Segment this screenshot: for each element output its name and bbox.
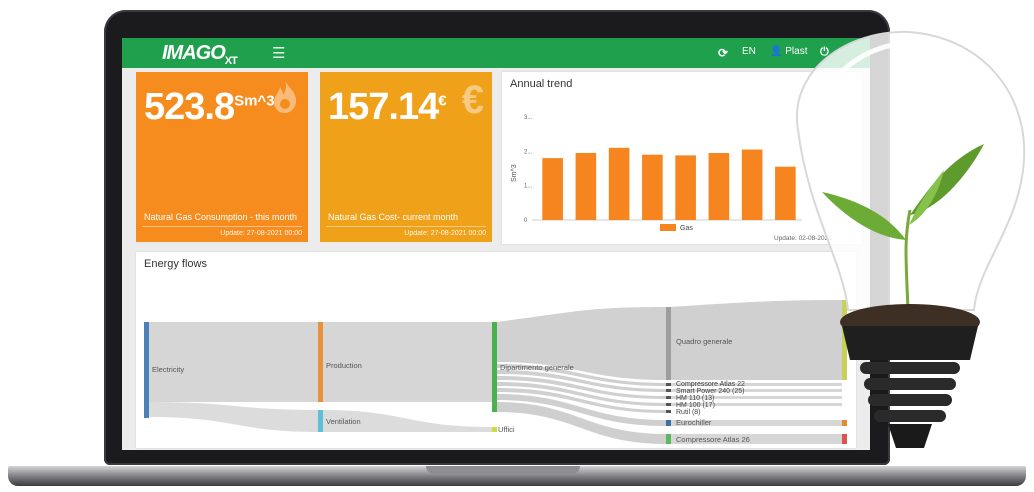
- gas-cost-update: Update: 27-08-2021 00:00: [404, 230, 486, 237]
- node-compressore26[interactable]: [666, 434, 671, 444]
- label-smartpower: Smart Power 240 (25): [676, 388, 744, 395]
- gas-cost-card: 157.14€ € Natural Gas Cost- current mont…: [320, 72, 492, 242]
- node-uffici[interactable]: [492, 427, 497, 432]
- node-hm110[interactable]: [666, 396, 671, 399]
- node-hm100[interactable]: [666, 403, 671, 406]
- label-uffici: Uffici: [498, 425, 515, 434]
- bulb-base-top: [842, 326, 978, 360]
- label-electricity: Electricity: [152, 365, 184, 374]
- legend-gas: Gas: [680, 225, 693, 232]
- card-divider: [326, 226, 486, 227]
- flame-icon: [270, 78, 300, 124]
- gas-bar[interactable]: [708, 152, 730, 220]
- hamburger-icon[interactable]: ☰: [272, 44, 285, 62]
- bulb-glass: [795, 30, 1026, 311]
- energy-flows-panel: Energy flows Electricity Production Vent…: [136, 252, 856, 448]
- node-eurochiller[interactable]: [666, 420, 671, 426]
- lightbulb-plant-image: [795, 30, 1026, 448]
- bulb-thread-4: [874, 410, 946, 422]
- euro-icon: €: [461, 78, 484, 122]
- gas-cost-label: Natural Gas Cost- current month: [328, 212, 459, 222]
- node-electricity[interactable]: [144, 322, 149, 418]
- card-divider: [142, 226, 302, 227]
- refresh-icon[interactable]: ⟳: [718, 46, 728, 60]
- gas-bar[interactable]: [741, 149, 763, 220]
- bulb-thread-3: [868, 394, 952, 406]
- label-rutil: Rutil (8): [676, 409, 701, 416]
- laptop-notch: [426, 466, 580, 474]
- y-tick-label: 3...: [524, 115, 533, 121]
- label-hm100: HM 100 (17): [676, 402, 715, 409]
- y-tick-label: 0: [524, 218, 528, 224]
- gas-bar[interactable]: [608, 147, 630, 220]
- language-selector[interactable]: EN: [742, 46, 756, 57]
- gas-consumption-update: Update: 27-08-2021 00:00: [220, 230, 302, 237]
- y-axis-label: Sm^3: [511, 164, 518, 182]
- bulb-thread-2: [864, 378, 956, 390]
- node-rutil[interactable]: [666, 410, 671, 413]
- label-dipartimento: Dipartimento generale: [500, 363, 574, 372]
- node-compressore22[interactable]: [666, 383, 671, 386]
- label-hm110: HM 110 (13): [676, 395, 714, 402]
- node-smartpower[interactable]: [666, 389, 671, 392]
- gas-consumption-value: 523.8Sm^3: [144, 86, 275, 128]
- legend-swatch: [660, 224, 676, 231]
- gas-bar[interactable]: [642, 154, 663, 220]
- label-eurochiller: Eurochiller: [676, 418, 712, 427]
- gas-cost-value: 157.14€: [328, 86, 447, 128]
- flow-electricity-ventilation: [148, 402, 318, 432]
- sankey-diagram: Electricity Production Ventilation Dipar…: [144, 300, 847, 444]
- label-quadro: Quadro generale: [676, 337, 732, 346]
- label-compressore26: Compressore Atlas 26: [676, 435, 750, 444]
- label-ventilation: Ventilation: [326, 417, 361, 426]
- gas-consumption-label: Natural Gas Consumption - this month: [144, 212, 298, 222]
- bulb-thread-1: [860, 362, 960, 374]
- y-tick-label: 1...: [524, 184, 533, 190]
- gas-bar[interactable]: [542, 158, 563, 220]
- bulb-tip: [888, 424, 932, 448]
- gas-bar[interactable]: [675, 155, 696, 220]
- node-ventilation[interactable]: [318, 410, 323, 432]
- gas-consumption-card: 523.8Sm^3 Natural Gas Consumption - this…: [136, 72, 308, 242]
- label-production: Production: [326, 361, 362, 370]
- gas-bar[interactable]: [575, 152, 597, 220]
- app-screen: IMAGOXT ☰ ⟳ EN 👤 Plast ⏻ 523.8Sm^3 Natur…: [122, 38, 870, 450]
- top-navbar: IMAGOXT ☰ ⟳ EN 👤 Plast ⏻: [122, 38, 870, 68]
- flow-electricity-production: [148, 322, 318, 402]
- node-dipartimento[interactable]: [492, 322, 497, 412]
- label-compressore22: Compressore Atlas 22: [676, 381, 745, 388]
- node-quadro[interactable]: [666, 307, 671, 380]
- app-logo[interactable]: IMAGOXT: [162, 42, 238, 67]
- y-tick-label: 2...: [524, 149, 533, 155]
- node-production[interactable]: [318, 322, 323, 402]
